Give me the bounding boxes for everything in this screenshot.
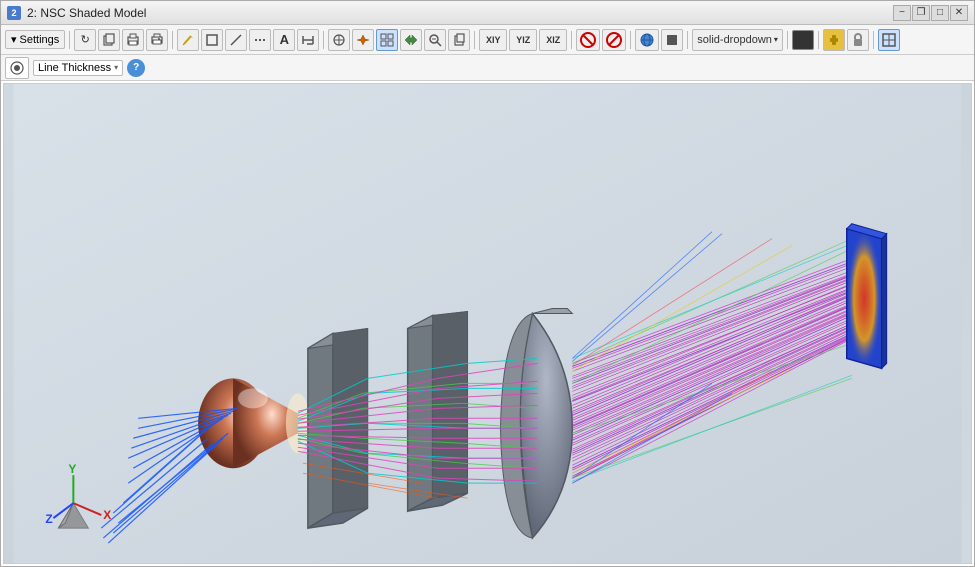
toolbar-row2: Line Thickness ▾ ? (1, 55, 974, 81)
svg-text:Y: Y (68, 462, 76, 476)
zoom-button[interactable] (424, 29, 446, 51)
line-thickness-label: Line Thickness (38, 62, 111, 74)
run-button[interactable] (5, 57, 29, 79)
copy-button[interactable] (98, 29, 120, 51)
help-button[interactable]: ? (127, 59, 145, 77)
flip-button[interactable] (400, 29, 422, 51)
restore-button[interactable]: ❐ (912, 5, 930, 21)
line-draw-button[interactable] (225, 29, 247, 51)
pencil-button[interactable] (177, 29, 199, 51)
wrench-button[interactable] (823, 29, 845, 51)
sep1 (69, 31, 70, 49)
target-button[interactable] (352, 29, 374, 51)
square-fill-button[interactable] (661, 29, 683, 51)
no2-button[interactable] (602, 29, 626, 51)
settings-arrow-icon: ▾ (11, 33, 17, 46)
rect-draw-button[interactable] (201, 29, 223, 51)
svg-text:X: X (103, 508, 111, 522)
scene-background: X Y Z (4, 84, 971, 563)
sep6 (630, 31, 631, 49)
sep10 (873, 31, 874, 49)
lock-button[interactable] (847, 29, 869, 51)
svg-text:Z: Z (45, 512, 52, 526)
xiz-button[interactable]: XIZ (539, 29, 567, 51)
solid-arrow-icon: ▾ (774, 35, 778, 44)
window-title: 2: NSC Shaded Model (27, 6, 146, 20)
sep2 (172, 31, 173, 49)
sep5 (571, 31, 572, 49)
xiy-button[interactable]: XIY (479, 29, 507, 51)
solid-dropdown-button[interactable]: solid-dropdown ▾ (692, 29, 783, 51)
maximize-button[interactable]: □ (931, 5, 949, 21)
layout-grid-button[interactable] (878, 29, 900, 51)
copy2-button[interactable] (448, 29, 470, 51)
close-button[interactable]: ✕ (950, 5, 968, 21)
sep3 (323, 31, 324, 49)
text-button[interactable]: A (273, 29, 295, 51)
sep4 (474, 31, 475, 49)
viewport[interactable]: X Y Z (3, 83, 972, 564)
dash-draw-button[interactable] (249, 29, 271, 51)
print-button[interactable] (146, 29, 168, 51)
scene-svg: X Y Z (4, 84, 971, 563)
solid-label: solid-dropdown (697, 34, 772, 46)
sep9 (818, 31, 819, 49)
line-thickness-arrow-icon: ▾ (114, 63, 118, 72)
title-bar: 2 2: NSC Shaded Model − ❐ □ ✕ (1, 1, 974, 25)
refresh-button[interactable]: ↻ (74, 29, 96, 51)
minimize-button[interactable]: − (893, 5, 911, 21)
toolbar-row1: ▾ Settings ↻ A (1, 25, 974, 55)
title-bar-controls: − ❐ □ ✕ (893, 5, 968, 21)
h-button[interactable] (297, 29, 319, 51)
globe-button[interactable] (635, 29, 659, 51)
window-icon: 2 (7, 6, 21, 20)
grid-display-button[interactable] (376, 29, 398, 51)
settings-button[interactable]: ▾ Settings (5, 30, 65, 49)
title-bar-left: 2 2: NSC Shaded Model (7, 6, 146, 20)
crosshair-button[interactable] (328, 29, 350, 51)
main-window: 2 2: NSC Shaded Model − ❐ □ ✕ ▾ Settings… (0, 0, 975, 567)
line-thickness-dropdown[interactable]: Line Thickness ▾ (33, 60, 123, 76)
sep7 (687, 31, 688, 49)
print-setup-button[interactable] (122, 29, 144, 51)
yiz-button[interactable]: YIZ (509, 29, 537, 51)
settings-label: Settings (20, 34, 60, 46)
color-swatch-button[interactable] (792, 30, 814, 50)
sep8 (787, 31, 788, 49)
no-ray-button[interactable] (576, 29, 600, 51)
